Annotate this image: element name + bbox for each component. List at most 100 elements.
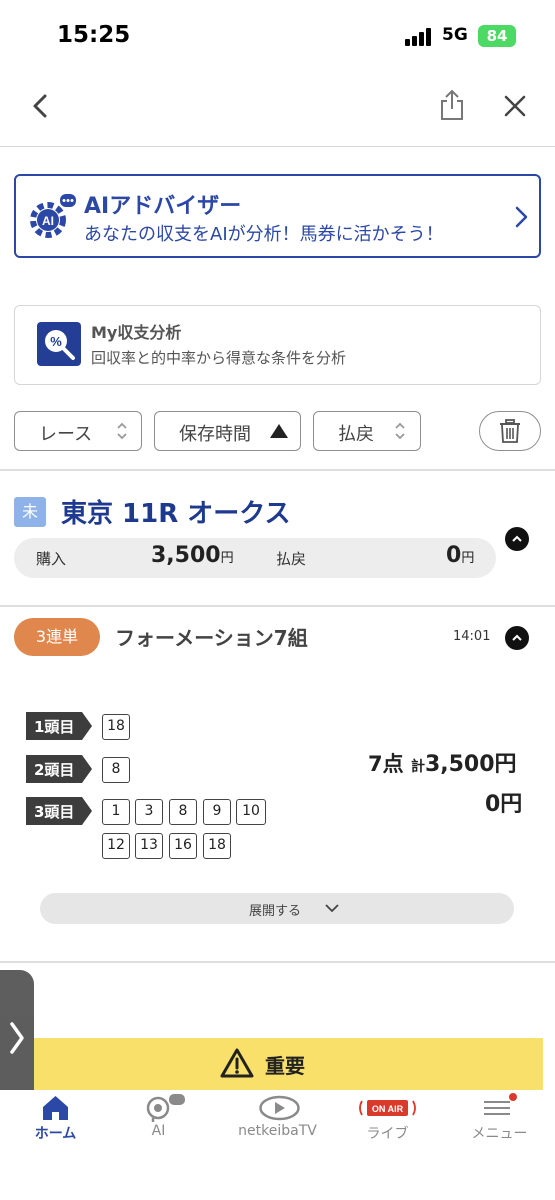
tab-ai[interactable]: AI bbox=[103, 1090, 214, 1150]
on-air-icon: ON AIR bbox=[359, 1100, 416, 1116]
position-2-tag: 2頭目 bbox=[26, 755, 92, 783]
position-1-label: 1頭目 bbox=[34, 718, 75, 736]
ai-advisor-subtitle: あなたの収支をAIが分析！馬券に活かそう！ bbox=[84, 224, 444, 245]
chevron-right-icon bbox=[10, 1022, 24, 1054]
ai-advisor-banner[interactable]: AI AIアドバイザー あなたの収支をAIが分析！馬券に活かそう！ bbox=[14, 174, 541, 258]
bet-title: フォーメーション7組 bbox=[115, 626, 308, 650]
horse-number: 18 bbox=[102, 714, 130, 740]
close-icon[interactable] bbox=[499, 90, 531, 122]
horse-number: 9 bbox=[203, 799, 231, 825]
horse-number: 16 bbox=[169, 833, 197, 859]
divider bbox=[0, 961, 555, 963]
horse-number: 8 bbox=[102, 757, 130, 783]
tab-menu[interactable]: メニュー bbox=[444, 1090, 555, 1150]
horse-number: 12 bbox=[102, 833, 130, 859]
purchase-unit: 円 bbox=[220, 551, 234, 566]
position-2-label: 2頭目 bbox=[34, 761, 75, 779]
nav-bar bbox=[0, 70, 555, 147]
share-icon[interactable] bbox=[436, 88, 468, 122]
position-3-tag: 3頭目 bbox=[26, 797, 92, 825]
horse-number: 13 bbox=[135, 833, 163, 859]
ai-advisor-title: AIアドバイザー bbox=[84, 194, 242, 219]
ai-gear-icon: AI bbox=[30, 194, 76, 238]
signal-icon bbox=[405, 28, 435, 46]
my-analysis-card[interactable]: % My収支分析 回収率と的中率から得意な条件を分析 bbox=[14, 305, 541, 385]
back-arrow-icon[interactable] bbox=[24, 90, 56, 122]
tab-live[interactable]: ON AIR ライブ bbox=[332, 1090, 443, 1150]
tab-netkeiba-tv-label: netkeibaTV bbox=[238, 1123, 317, 1139]
important-label: 重要 bbox=[265, 1054, 305, 1078]
chevron-up-icon bbox=[512, 535, 522, 542]
warning-icon bbox=[220, 1048, 254, 1078]
sort-payout-button[interactable]: 払戻 bbox=[313, 411, 421, 451]
sort-payout-label: 払戻 bbox=[338, 424, 374, 445]
triangle-up-icon bbox=[270, 424, 288, 438]
race-summary: 購入 3,500円 払戻 0円 bbox=[14, 538, 496, 578]
menu-icon bbox=[484, 1093, 517, 1115]
horse-number: 3 bbox=[135, 799, 163, 825]
status-bar: 15:25 5G 84 bbox=[0, 0, 555, 70]
battery-level: 84 bbox=[486, 27, 508, 45]
purchase-value: 3,500円 bbox=[151, 543, 234, 568]
bet-total: 3,500円 bbox=[424, 752, 517, 777]
sort-time-label: 保存時間 bbox=[179, 424, 251, 445]
purchase-label: 購入 bbox=[36, 550, 67, 568]
important-notice-banner[interactable]: 重要 bbox=[34, 1038, 543, 1090]
position-3-label: 3頭目 bbox=[34, 803, 75, 821]
sort-race-label: レース bbox=[39, 424, 93, 445]
trash-icon bbox=[500, 419, 520, 443]
tv-play-icon bbox=[259, 1095, 300, 1121]
horse-number: 18 bbox=[203, 833, 231, 859]
bet-points: 7点 bbox=[368, 752, 404, 776]
expand-button[interactable]: 展開する bbox=[40, 893, 514, 924]
expand-label: 展開する bbox=[249, 904, 302, 919]
bet-payout: 0円 bbox=[485, 792, 523, 817]
side-drawer-handle[interactable] bbox=[0, 970, 34, 1106]
horse-number: 10 bbox=[236, 799, 266, 825]
horse-number: 8 bbox=[169, 799, 197, 825]
home-icon bbox=[43, 1096, 68, 1120]
payout-label: 払戻 bbox=[276, 550, 307, 568]
divider bbox=[0, 605, 555, 607]
percent-symbol: % bbox=[50, 334, 62, 349]
sort-updown-icon bbox=[395, 422, 405, 440]
bet-time: 14:01 bbox=[453, 629, 491, 644]
ai-head-icon bbox=[146, 1094, 185, 1122]
total-prefix: 計 bbox=[410, 759, 425, 775]
race-title[interactable]: 東京 11R オークス bbox=[61, 493, 291, 530]
chevron-down-icon bbox=[325, 904, 339, 913]
race-collapse-button[interactable] bbox=[505, 527, 529, 551]
sort-updown-icon bbox=[117, 422, 127, 440]
payout-value: 0円 bbox=[446, 543, 474, 568]
payout-unit: 円 bbox=[461, 551, 475, 566]
on-air-badge: ON AIR bbox=[372, 1104, 404, 1114]
chevron-up-icon bbox=[512, 634, 522, 641]
network-type: 5G bbox=[442, 25, 468, 45]
tab-menu-label: メニュー bbox=[471, 1126, 528, 1142]
sort-race-button[interactable]: レース bbox=[14, 411, 142, 451]
race-status-badge: 未 bbox=[14, 497, 46, 527]
bottom-tab-bar: ホーム AI netkeibaTV ON AIR ライブ メニュー bbox=[0, 1090, 555, 1200]
horse-number: 1 bbox=[102, 799, 130, 825]
tab-ai-label: AI bbox=[151, 1123, 166, 1139]
chevron-right-icon bbox=[515, 206, 528, 228]
bet-type-badge: 3連単 bbox=[14, 618, 100, 656]
payout-amount: 0 bbox=[446, 543, 462, 568]
bet-collapse-button[interactable] bbox=[505, 626, 529, 650]
tab-live-label: ライブ bbox=[366, 1126, 409, 1142]
status-time: 15:25 bbox=[57, 22, 131, 48]
ai-icon-badge: AI bbox=[42, 214, 54, 228]
percent-magnifier-icon: % bbox=[37, 322, 81, 366]
tab-home[interactable]: ホーム bbox=[0, 1090, 111, 1150]
sort-saved-time-button[interactable]: 保存時間 bbox=[154, 411, 301, 451]
bet-points-total: 7点 計3,500円 bbox=[368, 746, 517, 778]
divider bbox=[0, 469, 555, 471]
my-analysis-subtitle: 回収率と的中率から得意な条件を分析 bbox=[91, 349, 347, 367]
my-analysis-title: My収支分析 bbox=[91, 323, 182, 342]
purchase-amount: 3,500 bbox=[151, 543, 221, 568]
delete-button[interactable] bbox=[479, 411, 541, 451]
battery-icon: 84 bbox=[478, 25, 516, 47]
tab-netkeiba-tv[interactable]: netkeibaTV bbox=[224, 1090, 335, 1150]
position-1-tag: 1頭目 bbox=[26, 712, 92, 740]
tab-home-label: ホーム bbox=[34, 1126, 77, 1142]
